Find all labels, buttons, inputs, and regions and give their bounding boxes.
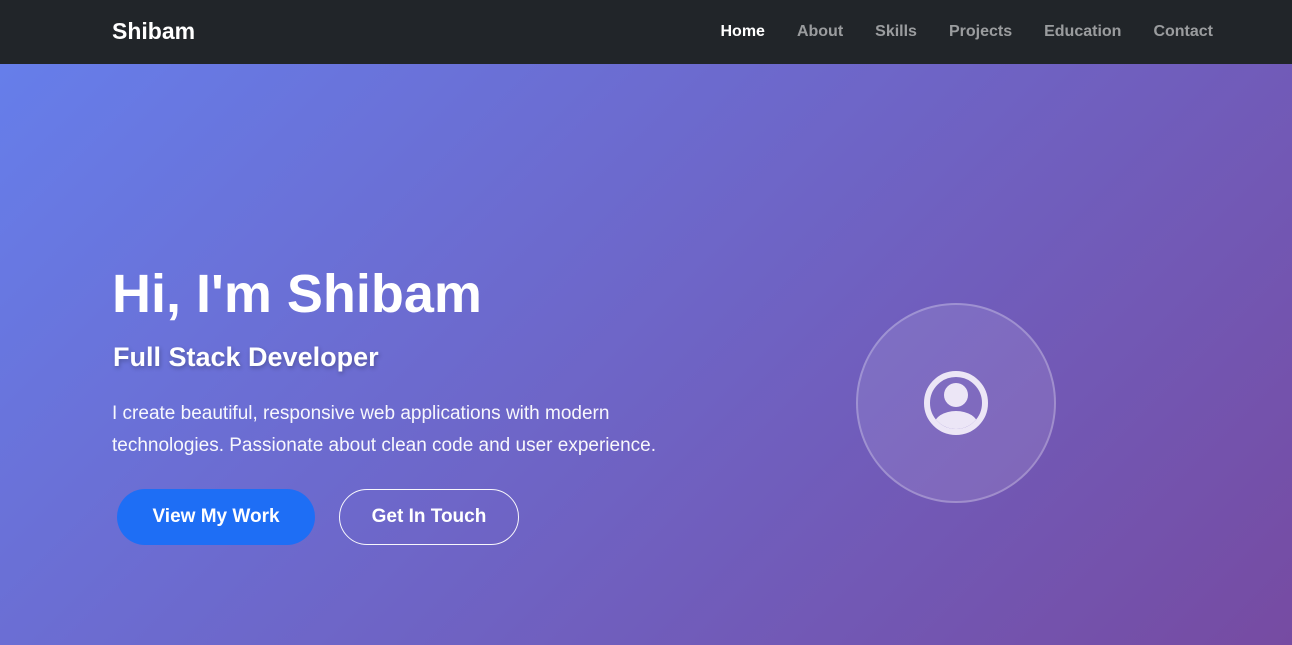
user-circle-icon — [924, 371, 988, 435]
nav-item-about: About — [797, 23, 843, 41]
nav-item-home: Home — [720, 23, 764, 41]
view-my-work-button[interactable]: View My Work — [117, 489, 315, 545]
nav-item-skills: Skills — [875, 23, 917, 41]
navbar: Shibam Home About Skills Projects Educat… — [0, 0, 1292, 64]
brand-logo[interactable]: Shibam — [112, 18, 195, 45]
nav-link-education[interactable]: Education — [1044, 23, 1121, 40]
hero-title: Hi, I'm Shibam — [112, 264, 482, 324]
hero-description: I create beautiful, responsive web appli… — [112, 403, 656, 456]
nav-item-projects: Projects — [949, 23, 1012, 41]
nav-link-contact[interactable]: Contact — [1153, 23, 1213, 40]
nav-link-about[interactable]: About — [797, 23, 843, 40]
nav-item-contact: Contact — [1153, 23, 1213, 41]
hero-subtitle: Full Stack Developer — [113, 342, 379, 372]
nav-links: Home About Skills Projects Education Con… — [720, 0, 1213, 64]
nav-link-skills[interactable]: Skills — [875, 23, 917, 40]
nav-link-projects[interactable]: Projects — [949, 23, 1012, 40]
nav-link-home[interactable]: Home — [720, 23, 764, 40]
get-in-touch-button[interactable]: Get In Touch — [339, 489, 519, 545]
nav-item-education: Education — [1044, 23, 1121, 41]
avatar — [856, 303, 1056, 503]
hero-section: Hi, I'm Shibam Full Stack Developer I cr… — [0, 64, 1292, 645]
